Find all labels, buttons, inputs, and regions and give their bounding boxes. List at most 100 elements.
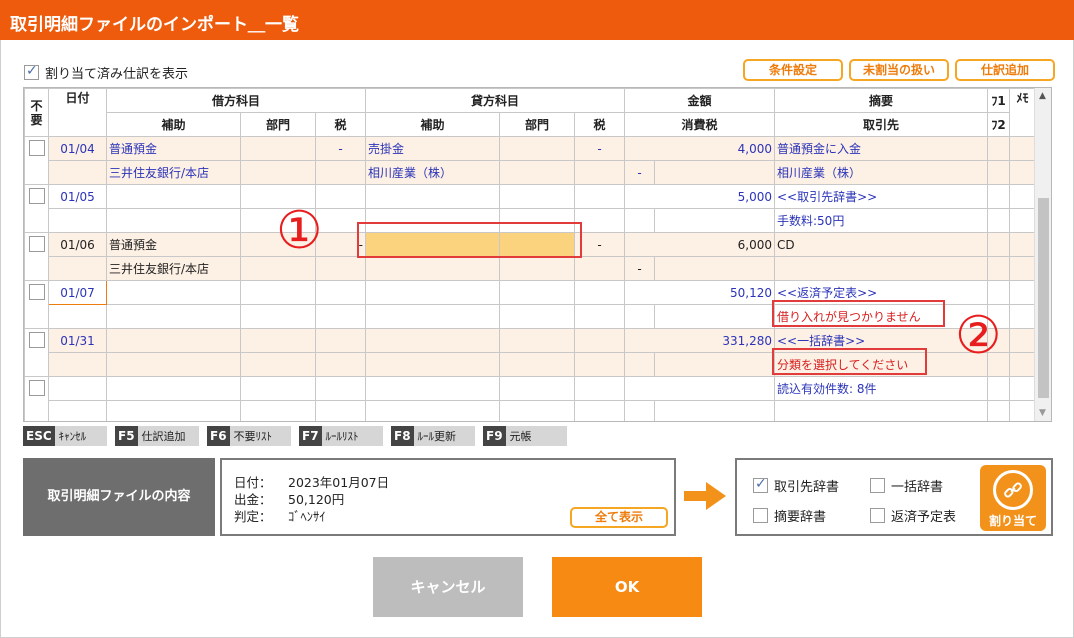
row-debit-sub-tax[interactable] xyxy=(315,256,366,281)
row-credit-account[interactable] xyxy=(365,376,500,401)
unassigned-handling-button[interactable]: 未割当の扱い xyxy=(849,59,949,81)
row-debit-account[interactable] xyxy=(106,376,241,401)
bulk-dict-checkbox[interactable] xyxy=(870,478,885,493)
summary-dict-checkbox[interactable] xyxy=(753,508,768,523)
scroll-thumb[interactable] xyxy=(1038,198,1049,398)
row-credit-tax[interactable] xyxy=(574,280,625,305)
row-debit-sub-dept[interactable] xyxy=(240,400,316,421)
row-credit-sub-tax[interactable] xyxy=(574,208,625,233)
fkey-f6[interactable]: F6 不要ﾘｽﾄ xyxy=(207,426,291,446)
add-journal-button[interactable]: 仕訳追加 xyxy=(955,59,1055,81)
row-consumption-tax[interactable] xyxy=(654,304,775,329)
summary-dict-option[interactable]: 摘要辞書 xyxy=(753,506,826,525)
row-debit-sub[interactable] xyxy=(106,304,241,329)
row-debit-dept[interactable] xyxy=(240,328,316,353)
row-credit-account[interactable] xyxy=(365,184,500,209)
row-fu2[interactable] xyxy=(987,160,1010,185)
row-credit-sub-tax[interactable] xyxy=(574,352,625,377)
row-debit-account[interactable] xyxy=(106,184,241,209)
row-unneeded-checkbox[interactable] xyxy=(28,332,45,348)
row-sub-tax[interactable] xyxy=(624,208,655,233)
row-consumption-tax[interactable] xyxy=(654,208,775,233)
row-debit-account[interactable]: 普通預金 xyxy=(106,232,241,257)
row-debit-sub-dept[interactable] xyxy=(240,160,316,185)
row-amount[interactable]: 331,280 xyxy=(624,328,775,353)
row-debit-sub-dept[interactable] xyxy=(240,304,316,329)
table-row[interactable]: 01/04 普通預金 - 売掛金 - 4,000 普通預金に入金 xyxy=(24,136,1036,185)
row-unneeded-checkbox[interactable] xyxy=(28,188,45,204)
row-debit-sub-tax[interactable] xyxy=(315,352,366,377)
row-amount[interactable] xyxy=(624,376,775,401)
row-debit-sub-tax[interactable] xyxy=(315,304,366,329)
row-summary[interactable]: 普通預金に入金 xyxy=(774,136,988,161)
show-all-button[interactable]: 全て表示 xyxy=(570,507,668,528)
row-memo2[interactable] xyxy=(1009,256,1036,281)
row-memo[interactable] xyxy=(1009,136,1036,161)
repay-schedule-option[interactable]: 返済予定表 xyxy=(870,506,956,525)
partner-dict-option[interactable]: 取引先辞書 xyxy=(753,476,839,495)
row-unneeded-checkbox[interactable] xyxy=(28,140,45,156)
row-debit-dept[interactable] xyxy=(240,136,316,161)
row-credit-sub[interactable] xyxy=(365,256,500,281)
row-memo2[interactable] xyxy=(1009,208,1036,233)
row-consumption-tax[interactable] xyxy=(654,352,775,377)
row-memo[interactable] xyxy=(1009,232,1036,257)
row-credit-tax[interactable]: - xyxy=(574,136,625,161)
row-credit-sub-dept[interactable] xyxy=(499,304,575,329)
ok-button[interactable]: OK xyxy=(552,557,702,617)
row-credit-dept[interactable] xyxy=(499,280,575,305)
row-debit-account[interactable] xyxy=(106,328,241,353)
show-assigned-toggle[interactable]: 割り当て済み仕訳を表示 xyxy=(24,63,188,82)
row-debit-sub-tax[interactable] xyxy=(315,400,366,421)
row-memo[interactable] xyxy=(1009,184,1036,209)
table-row[interactable] xyxy=(25,400,1036,421)
row-debit-sub[interactable] xyxy=(106,208,241,233)
row-memo[interactable] xyxy=(1009,376,1036,401)
row-memo[interactable] xyxy=(1009,328,1036,353)
partner-dict-checkbox[interactable] xyxy=(753,476,768,493)
row-credit-sub-tax[interactable] xyxy=(574,400,625,421)
scroll-up-arrow-icon[interactable]: ▲ xyxy=(1039,91,1046,101)
row-fu2[interactable] xyxy=(987,256,1010,281)
row-debit-sub[interactable] xyxy=(106,352,241,377)
repay-schedule-checkbox[interactable] xyxy=(870,508,885,523)
row-amount[interactable]: 4,000 xyxy=(624,136,775,161)
row-credit-sub-tax[interactable] xyxy=(574,160,625,185)
fkey-esc[interactable]: ESC ｷｬﾝｾﾙ xyxy=(23,426,107,446)
row-debit-sub[interactable]: 三井住友銀行/本店 xyxy=(106,256,241,281)
row-debit-tax[interactable] xyxy=(315,328,366,353)
bulk-dict-option[interactable]: 一括辞書 xyxy=(870,476,943,495)
row-unneeded-checkbox[interactable] xyxy=(28,236,45,252)
row-fu1[interactable] xyxy=(987,376,1010,401)
row-debit-account[interactable]: 普通預金 xyxy=(106,136,241,161)
row-partner[interactable] xyxy=(774,400,988,421)
row-sub-tax[interactable] xyxy=(624,352,655,377)
row-memo[interactable] xyxy=(1009,280,1036,305)
row-credit-sub-dept[interactable] xyxy=(499,256,575,281)
row-fu1[interactable] xyxy=(987,184,1010,209)
row-credit-tax[interactable] xyxy=(574,184,625,209)
row-credit-sub-dept[interactable] xyxy=(499,400,575,421)
row-credit-sub[interactable] xyxy=(365,352,500,377)
row-sub-tax[interactable] xyxy=(624,400,655,421)
row-debit-sub-dept[interactable] xyxy=(240,352,316,377)
table-row[interactable]: 三井住友銀行/本店 相川産業（株） - 相川産業（株） xyxy=(25,160,1036,185)
row-debit-tax[interactable]: - xyxy=(315,136,366,161)
row-credit-dept[interactable] xyxy=(499,376,575,401)
row-sub-tax[interactable]: - xyxy=(624,256,655,281)
row-credit-dept[interactable] xyxy=(499,328,575,353)
row-consumption-tax[interactable] xyxy=(654,160,775,185)
row-consumption-tax[interactable] xyxy=(654,400,775,421)
row-fu1[interactable] xyxy=(987,136,1010,161)
row-memo2[interactable] xyxy=(1009,304,1036,329)
row-credit-sub-tax[interactable] xyxy=(574,256,625,281)
row-fu2[interactable] xyxy=(987,400,1010,421)
row-debit-sub-tax[interactable] xyxy=(315,160,366,185)
table-row[interactable]: 三井住友銀行/本店 - xyxy=(25,256,1036,281)
row-memo2[interactable] xyxy=(1009,160,1036,185)
row-debit-tax[interactable] xyxy=(315,280,366,305)
condition-settings-button[interactable]: 条件設定 xyxy=(743,59,843,81)
table-row[interactable]: 読込有効件数: 8件 xyxy=(24,376,1036,421)
row-credit-account[interactable]: 売掛金 xyxy=(365,136,500,161)
row-debit-dept[interactable] xyxy=(240,280,316,305)
